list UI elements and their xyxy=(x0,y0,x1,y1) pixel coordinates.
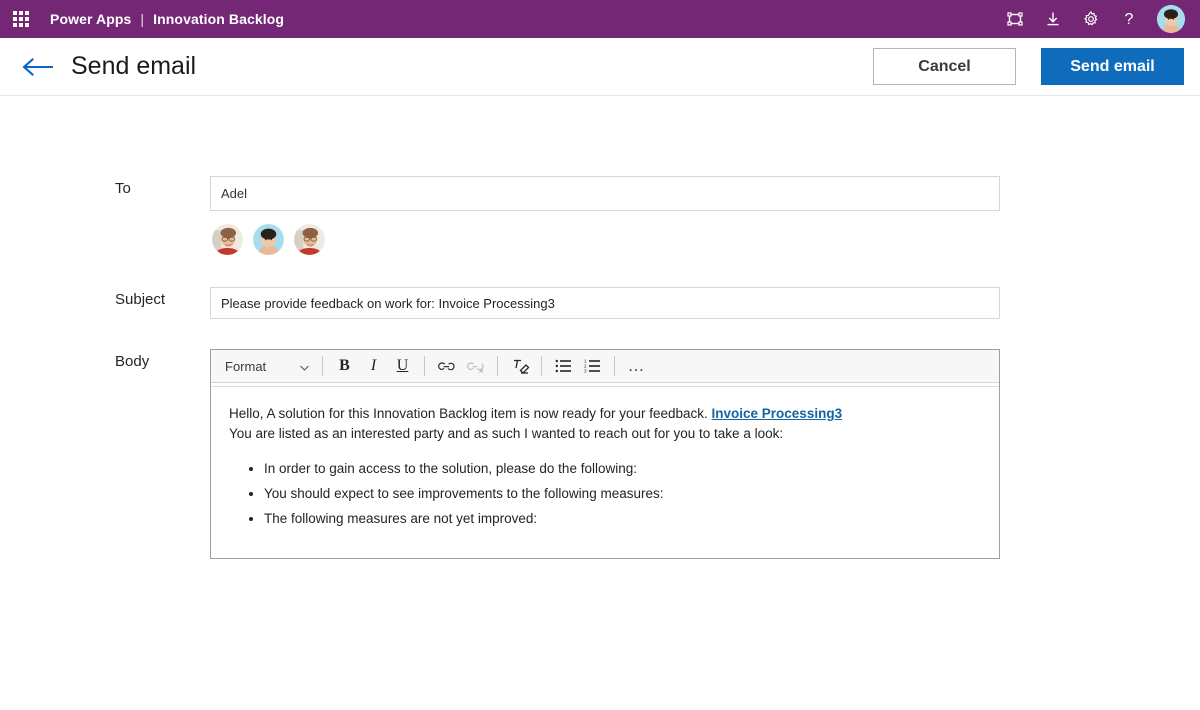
rich-text-toolbar: Format B I U 1 2 3 … xyxy=(211,350,999,383)
download-icon[interactable] xyxy=(1034,0,1072,38)
toolbar-divider xyxy=(497,356,498,376)
waffle-grid-icon[interactable] xyxy=(8,6,34,32)
person-photo-icon xyxy=(212,224,243,255)
svg-text:?: ? xyxy=(1125,11,1134,28)
brand-area: Power Apps | Innovation Backlog xyxy=(50,11,284,27)
brand-name[interactable]: Power Apps xyxy=(50,11,131,27)
suggestion-avatar-2[interactable] xyxy=(253,224,284,255)
toolbar-divider xyxy=(424,356,425,376)
format-dropdown-label: Format xyxy=(225,358,267,374)
list-item: The following measures are not yet impro… xyxy=(264,509,981,528)
to-suggestion-avatars xyxy=(212,224,1200,255)
body-control: Format B I U 1 2 3 … Hello, A solution f… xyxy=(210,349,1200,559)
format-dropdown[interactable]: Format xyxy=(217,354,315,379)
to-input[interactable] xyxy=(210,176,1000,211)
app-context-name[interactable]: Innovation Backlog xyxy=(153,11,284,27)
subject-input[interactable] xyxy=(210,287,1000,319)
clear-formatting-icon[interactable] xyxy=(505,353,534,379)
toolbar-divider xyxy=(614,356,615,376)
to-field-row: To xyxy=(0,176,1200,255)
to-control xyxy=(210,176,1200,255)
body-bullet-list: In order to gain access to the solution,… xyxy=(229,459,981,528)
underline-button[interactable]: U xyxy=(388,353,417,379)
brand-separator: | xyxy=(140,11,145,27)
person-photo-icon xyxy=(294,224,325,255)
numbered-list-icon[interactable]: 123 xyxy=(578,353,607,379)
cancel-button[interactable]: Cancel xyxy=(873,48,1016,85)
body-field-row: Body Format B I U 1 2 3 … Hello, A solut… xyxy=(0,349,1200,559)
body-paragraph-1: Hello, A solution for this Innovation Ba… xyxy=(229,404,981,424)
body-paragraph-2: You are listed as an interested party an… xyxy=(229,426,784,441)
question-mark-icon[interactable]: ? xyxy=(1110,0,1148,38)
resize-frame-icon[interactable] xyxy=(996,0,1034,38)
avatar[interactable] xyxy=(1152,0,1190,38)
bullet-list-icon[interactable] xyxy=(549,353,578,379)
bold-button[interactable]: B xyxy=(330,353,359,379)
rich-text-editor: Format B I U 1 2 3 … Hello, A solution f… xyxy=(210,349,1000,559)
user-avatar-image xyxy=(1157,5,1185,33)
list-item: You should expect to see improvements to… xyxy=(264,484,981,503)
chevron-down-icon xyxy=(300,359,309,374)
subject-control xyxy=(210,287,1200,319)
command-bar: Send email Cancel Send email xyxy=(0,38,1200,96)
waffle-grid-dots xyxy=(13,11,29,27)
send-email-button[interactable]: Send email xyxy=(1041,48,1184,85)
invoice-processing-link[interactable]: Invoice Processing3 xyxy=(712,406,843,421)
person-photo-icon xyxy=(253,224,284,255)
list-item: In order to gain access to the solution,… xyxy=(264,459,981,478)
suite-actions: ? xyxy=(996,0,1190,38)
toolbar-divider xyxy=(541,356,542,376)
svg-text:3: 3 xyxy=(584,369,587,373)
suggestion-avatar-1[interactable] xyxy=(212,224,243,255)
back-arrow-icon[interactable] xyxy=(18,47,58,87)
unlink-icon xyxy=(461,353,490,379)
body-paragraph-1-text: Hello, A solution for this Innovation Ba… xyxy=(229,406,712,421)
body-label: Body xyxy=(115,353,150,370)
suggestion-avatar-3[interactable] xyxy=(294,224,325,255)
body-text-area[interactable]: Hello, A solution for this Innovation Ba… xyxy=(211,387,999,558)
email-form: To Adel Subject Please provide feedback … xyxy=(0,176,1200,559)
subject-label: Subject xyxy=(115,291,166,308)
command-actions: Cancel Send email xyxy=(873,48,1184,85)
toolbar-overflow-button[interactable]: … xyxy=(622,353,651,379)
suite-header-bar: Power Apps | Innovation Backlog ? xyxy=(0,0,1200,38)
italic-button[interactable]: I xyxy=(359,353,388,379)
toolbar-divider xyxy=(322,356,323,376)
link-icon[interactable] xyxy=(432,353,461,379)
gear-icon[interactable] xyxy=(1072,0,1110,38)
subject-field-row: Subject xyxy=(0,287,1200,319)
to-label: To xyxy=(115,180,131,197)
page-title: Send email xyxy=(71,52,197,80)
